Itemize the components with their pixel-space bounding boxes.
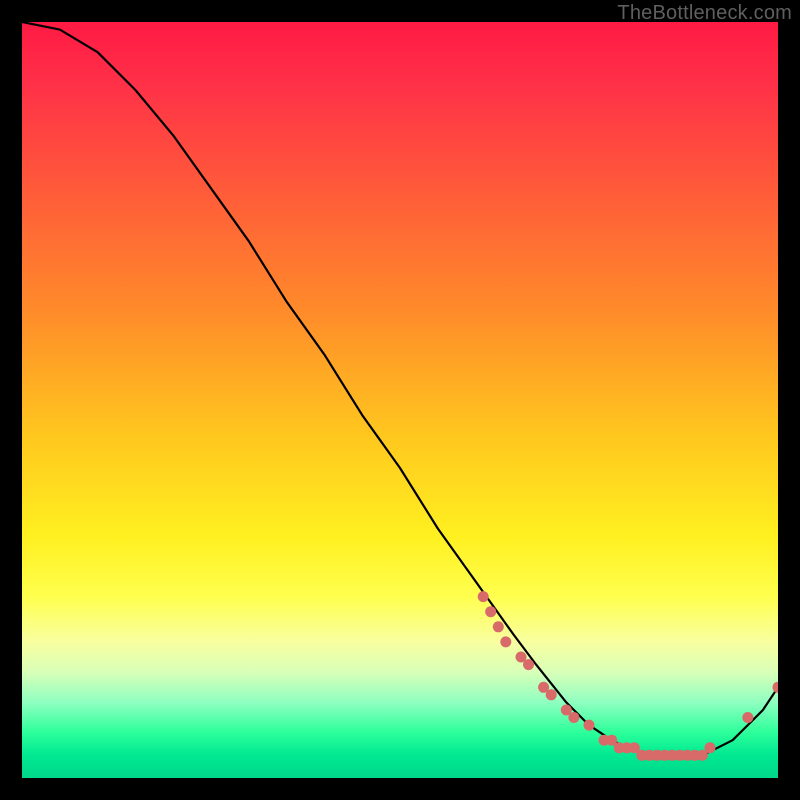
chart-frame: TheBottleneck.com — [0, 0, 800, 800]
curve-dot — [493, 621, 504, 632]
curve-dot — [546, 689, 557, 700]
curve-dots — [478, 591, 778, 761]
curve-dot — [742, 712, 753, 723]
watermark-text: TheBottleneck.com — [617, 2, 792, 25]
curve-layer — [22, 22, 778, 778]
curve-dot — [485, 606, 496, 617]
curve-dot — [523, 659, 534, 670]
curve-dot — [500, 636, 511, 647]
bottleneck-curve — [22, 22, 778, 755]
plot-area — [22, 22, 778, 778]
curve-dot — [584, 720, 595, 731]
curve-dot — [568, 712, 579, 723]
curve-dot — [705, 742, 716, 753]
curve-dot — [478, 591, 489, 602]
curve-dot — [773, 682, 779, 693]
